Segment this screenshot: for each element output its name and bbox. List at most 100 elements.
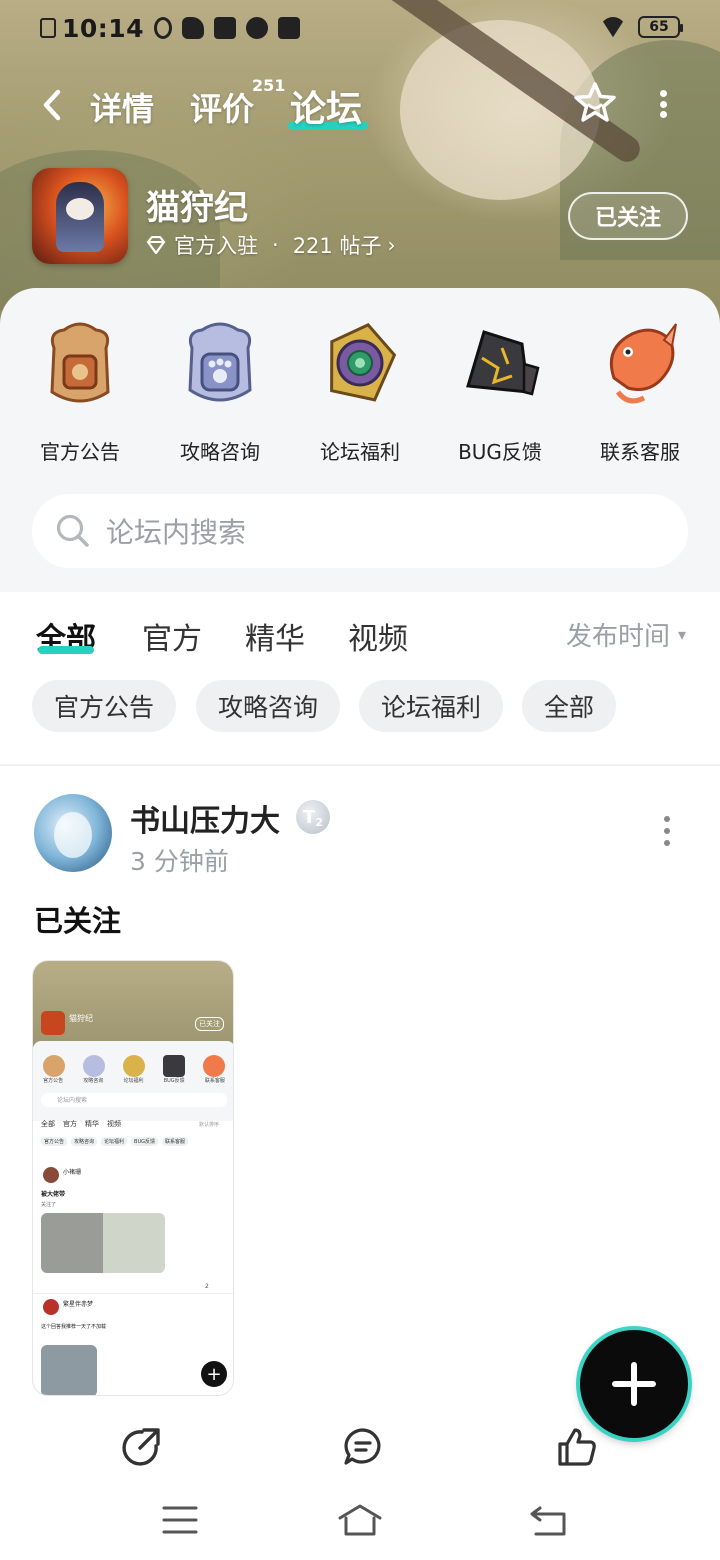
thumb-tab: 视频: [107, 1120, 121, 1128]
tab-details[interactable]: 详情: [90, 84, 154, 130]
return-icon[interactable]: [528, 1502, 568, 1538]
quick-link-guide[interactable]: 攻略咨询: [150, 318, 290, 468]
thumb-post-title: 这个回答我推荐一天了不加载: [41, 1324, 107, 1330]
thumb-icon: [123, 1055, 145, 1077]
thumb-icon: [83, 1055, 105, 1077]
home-icon[interactable]: [336, 1502, 384, 1538]
quick-link-label: 论坛福利: [320, 440, 400, 464]
game-title: 猫狩纪: [146, 188, 248, 228]
thumb-header: [33, 961, 233, 1047]
thumb-post-image: [41, 1345, 97, 1395]
section-divider: [0, 764, 720, 766]
thumb-link-label: 联系客服: [204, 1078, 225, 1084]
bug-report-icon: [466, 330, 540, 396]
share-icon[interactable]: [120, 1426, 162, 1468]
post-image[interactable]: 猫狩纪 已关注 官方公告 攻略咨询 论坛福利 BUG反馈 联系客服 论坛内搜索 …: [32, 960, 234, 1396]
avatar[interactable]: [34, 794, 112, 872]
plus-icon: [612, 1362, 656, 1406]
like-icon[interactable]: [556, 1426, 598, 1468]
system-navigation-bar: [0, 1486, 720, 1560]
thumb-icon: [43, 1055, 65, 1077]
quick-link-label: BUG反馈: [458, 440, 542, 464]
thumb-tabs: 全部 官方 精华 视频: [41, 1119, 121, 1129]
quick-link-customer-service[interactable]: 联系客服: [570, 318, 710, 468]
feed-tab-official[interactable]: 官方: [142, 614, 202, 658]
avatar-figure: [54, 812, 92, 858]
feed-tab-featured[interactable]: 精华: [245, 614, 305, 658]
thumb-chips: 官方公告 攻略咨询 论坛福利 BUG反馈 联系客服: [41, 1137, 189, 1146]
top-nav: 详情 评价 251 论坛: [0, 72, 720, 142]
search-input[interactable]: 论坛内搜索: [106, 511, 246, 551]
announcement-icon: [50, 322, 110, 403]
thumb-link-label: 攻略咨询: [83, 1078, 104, 1084]
thumb-chip: 联系客服: [162, 1137, 189, 1146]
wifi-icon: [600, 17, 626, 37]
play-icon: [214, 17, 237, 39]
thumb-link-labels: 官方公告 攻略咨询 论坛福利 BUG反馈 联系客服: [33, 1077, 233, 1084]
comment-icon[interactable]: [342, 1426, 384, 1468]
thumb-chip: 攻略咨询: [71, 1137, 98, 1146]
welfare-icon: [330, 323, 397, 402]
meta-separator: ·: [272, 233, 279, 257]
quick-link-welfare[interactable]: 论坛福利: [290, 318, 430, 468]
thumb-follow: 已关注: [195, 1017, 224, 1031]
menu-icon[interactable]: [160, 1502, 200, 1538]
filter-chip-guide[interactable]: 攻略咨询: [196, 680, 341, 732]
filter-chip-all[interactable]: 全部: [522, 680, 617, 732]
thumb-user: 小褚珊: [63, 1169, 82, 1176]
thumb-chip: BUG反馈: [131, 1137, 159, 1146]
thumb-chip: 论坛福利: [101, 1137, 128, 1146]
thumb-tab: 官方: [63, 1120, 77, 1128]
thumb-icon: [203, 1055, 225, 1077]
sort-label: 发布时间: [566, 622, 671, 652]
more-options-icon[interactable]: [648, 86, 678, 122]
post-count[interactable]: 221 帖子: [293, 230, 382, 260]
post-title[interactable]: 已关注: [34, 898, 121, 940]
reviews-count-badge: 251: [252, 76, 286, 95]
filter-chip-announcement[interactable]: 官方公告: [32, 680, 177, 732]
post-timestamp: 3 分钟前: [130, 847, 229, 876]
battery-icon: 65: [638, 16, 683, 38]
thumb-avatar: [43, 1167, 59, 1183]
status-time: 10:14: [62, 13, 145, 43]
thumb-tab: 精华: [85, 1120, 99, 1128]
tab-forum[interactable]: 论坛: [290, 80, 362, 132]
sort-dropdown[interactable]: 发布时间 ▾: [566, 616, 686, 653]
quick-link-label: 官方公告: [40, 440, 120, 464]
thumb-game-title: 猫狩纪: [69, 1014, 93, 1023]
tiktok-icon: [154, 17, 173, 39]
post-more-icon[interactable]: [660, 816, 674, 846]
followed-button[interactable]: 已关注: [568, 192, 688, 240]
quick-link-label: 联系客服: [600, 440, 680, 464]
game-app-icon[interactable]: [32, 168, 128, 264]
post-author-name[interactable]: 书山压力大: [130, 796, 280, 840]
thumb-post-sub: 关注了: [41, 1202, 57, 1208]
thumb-plus-icon: +: [201, 1361, 227, 1387]
forum-search-bar[interactable]: 论坛内搜索: [32, 494, 688, 568]
customer-service-icon: [609, 323, 677, 404]
quick-link-label: 攻略咨询: [180, 440, 260, 464]
thumb-icon: [163, 1055, 185, 1077]
chevron-right-icon[interactable]: ›: [387, 233, 395, 257]
level-letter: T: [303, 806, 316, 828]
create-post-button[interactable]: [580, 1330, 688, 1438]
back-arrow-icon[interactable]: [38, 86, 68, 124]
thumb-sort: 默认排序: [199, 1122, 220, 1128]
forum-shortcuts-card: 官方公告 攻略咨询 论坛福利 BUG反馈 联系客服 论坛内搜索: [0, 288, 720, 592]
status-bar: 10:14 65: [0, 0, 720, 56]
thumb-link-label: 官方公告: [43, 1078, 64, 1084]
feed-tab-indicator: [38, 646, 94, 654]
quick-link-bug-report[interactable]: BUG反馈: [430, 318, 570, 468]
quick-link-announcement[interactable]: 官方公告: [10, 318, 150, 468]
bag-icon: [278, 17, 301, 39]
filter-chip-welfare[interactable]: 论坛福利: [359, 680, 504, 732]
thumb-post-title: 被大佬带: [41, 1191, 66, 1198]
forum-feed: 全部 官方 精华 视频 发布时间 ▾ 官方公告 攻略咨询 论坛福利 全部 书山压…: [0, 592, 720, 1560]
star-favorite-icon[interactable]: [572, 80, 618, 126]
official-label: 官方入驻: [174, 234, 258, 258]
thumb-tab: 全部: [41, 1120, 55, 1128]
caret-down-icon: ▾: [678, 625, 687, 644]
user-level-badge: T2: [296, 800, 330, 834]
tab-reviews[interactable]: 评价: [190, 84, 254, 130]
feed-tab-video[interactable]: 视频: [348, 614, 408, 658]
